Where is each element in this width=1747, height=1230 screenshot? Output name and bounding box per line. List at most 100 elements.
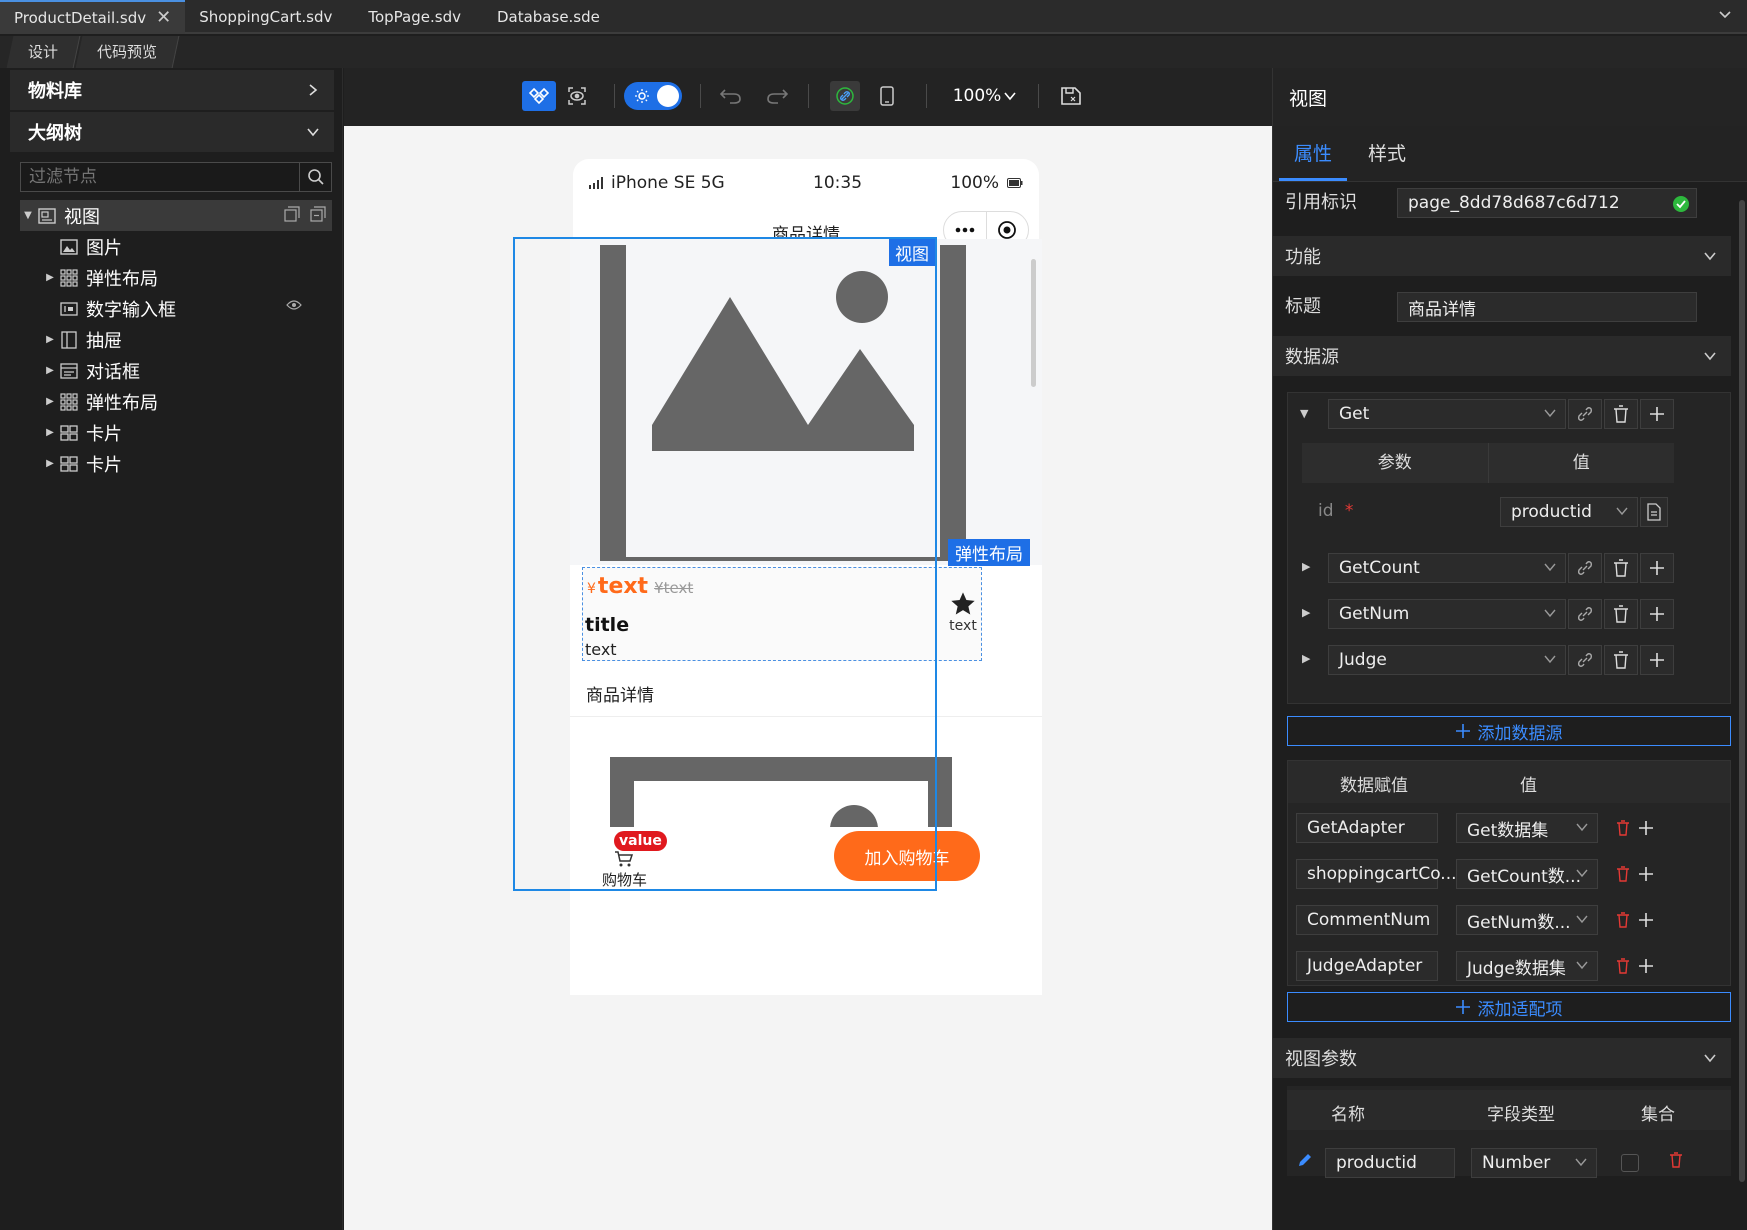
tree-node-card[interactable]: ▶ 卡片: [20, 417, 332, 448]
close-icon[interactable]: ✕: [156, 0, 171, 36]
bind-button[interactable]: [1568, 399, 1602, 429]
caret-right-icon[interactable]: ▶: [1302, 560, 1310, 573]
caret-right-icon[interactable]: ▶: [42, 458, 58, 469]
save-button[interactable]: [1056, 81, 1086, 111]
scroll-thumb[interactable]: [1031, 259, 1036, 387]
trash-icon[interactable]: [1669, 1152, 1683, 1168]
delete-button[interactable]: [1604, 553, 1638, 583]
tree-node-flex-layout[interactable]: ▶ 弹性布局: [20, 262, 332, 293]
datasource-select[interactable]: Get: [1328, 399, 1566, 429]
bind-button[interactable]: [1568, 645, 1602, 675]
caret-right-icon[interactable]: ▶: [42, 396, 58, 407]
caret-right-icon[interactable]: ▶: [1302, 606, 1310, 619]
caret-down-icon[interactable]: ▼: [1300, 407, 1308, 420]
caret-right-icon[interactable]: ▶: [1302, 652, 1310, 665]
panel-scrollbar[interactable]: [1739, 200, 1745, 1182]
assign-name-field[interactable]: JudgeAdapter: [1296, 951, 1438, 981]
datasource-select[interactable]: Judge: [1328, 645, 1566, 675]
tree-node-drawer[interactable]: ▶ 抽屉: [20, 324, 332, 355]
caret-right-icon[interactable]: ▶: [42, 427, 58, 438]
plus-icon[interactable]: [1638, 958, 1654, 974]
theme-toggle[interactable]: [624, 82, 682, 110]
file-tab-shoppingcart[interactable]: ShoppingCart.sdv: [185, 0, 346, 34]
ref-id-field[interactable]: page_8dd78d687c6d712: [1397, 188, 1697, 218]
assign-value-select[interactable]: GetNum数...: [1456, 905, 1598, 935]
tab-properties[interactable]: 属性: [1279, 126, 1347, 181]
tree-node-dialog[interactable]: ▶ 对话框: [20, 355, 332, 386]
link-icon: [1577, 653, 1593, 667]
bind-button[interactable]: [1568, 553, 1602, 583]
tree-node-label: 弹性布局: [86, 268, 158, 290]
tree-node-view[interactable]: ▼ 视图: [20, 200, 332, 231]
materials-section-header[interactable]: 物料库: [10, 70, 334, 110]
datasource-section-header[interactable]: 数据源: [1273, 336, 1731, 376]
datasource-select[interactable]: GetNum: [1328, 599, 1566, 629]
add-button[interactable]: [1640, 645, 1674, 675]
plus-icon[interactable]: [1638, 820, 1654, 836]
tree-node-flex-layout-2[interactable]: ▶ 弹性布局: [20, 386, 332, 417]
view-params-section-header[interactable]: 视图参数: [1273, 1038, 1731, 1078]
vp-type-select[interactable]: Number: [1471, 1148, 1597, 1178]
delete-button[interactable]: [1604, 645, 1638, 675]
outline-section-header[interactable]: 大纲树: [10, 112, 334, 152]
component-mode-button[interactable]: [522, 81, 556, 111]
add-datasource-button[interactable]: 添加数据源: [1287, 716, 1731, 746]
carrier: iPhone SE 5G: [589, 173, 725, 193]
redo-button[interactable]: [762, 81, 792, 111]
assign-name-field[interactable]: GetAdapter: [1296, 813, 1438, 843]
device-button[interactable]: [872, 81, 902, 111]
design-canvas[interactable]: 100% iPhone SE 5G 10:35 100% 商品详情 ¥ text…: [344, 68, 1272, 1230]
assign-name-field[interactable]: shoppingcartCo...: [1296, 859, 1457, 889]
collapse-all-icon[interactable]: [310, 206, 326, 222]
plus-icon[interactable]: [1638, 912, 1654, 928]
pencil-icon[interactable]: [1297, 1152, 1313, 1168]
caret-right-icon[interactable]: ▶: [42, 334, 58, 345]
add-button[interactable]: [1640, 599, 1674, 629]
delete-button[interactable]: [1604, 599, 1638, 629]
file-tab-database[interactable]: Database.sde: [483, 0, 614, 34]
tab-styles[interactable]: 样式: [1353, 126, 1421, 181]
zoom-select[interactable]: 100%: [950, 81, 1020, 111]
trash-icon[interactable]: [1616, 958, 1630, 974]
filter-input[interactable]: [21, 163, 299, 191]
assign-value-select[interactable]: Judge数据集: [1456, 951, 1598, 981]
trash-icon[interactable]: [1616, 820, 1630, 836]
caret-right-icon[interactable]: ▶: [42, 365, 58, 376]
assign-value-select[interactable]: GetCount数...: [1456, 859, 1598, 889]
trash-icon[interactable]: [1616, 912, 1630, 928]
copy-icon[interactable]: [284, 206, 300, 222]
function-section-header[interactable]: 功能: [1273, 236, 1731, 276]
search-button[interactable]: [299, 163, 331, 191]
param-value-select[interactable]: productid: [1500, 497, 1638, 527]
chevron-down-icon[interactable]: [1717, 6, 1733, 22]
tree-node-number-input[interactable]: 数字输入框: [20, 293, 332, 324]
vp-name-field[interactable]: productid: [1325, 1148, 1455, 1178]
collection-checkbox[interactable]: [1621, 1154, 1639, 1172]
undo-button[interactable]: [716, 81, 746, 111]
add-button[interactable]: [1640, 399, 1674, 429]
tree-node-label: 视图: [64, 206, 100, 228]
trash-icon[interactable]: [1616, 866, 1630, 882]
tab-design[interactable]: 设计: [6, 36, 81, 68]
assign-value-select[interactable]: Get数据集: [1456, 813, 1598, 843]
file-tab-toppage[interactable]: TopPage.sdv: [354, 0, 475, 34]
tab-code-preview[interactable]: 代码预览: [75, 36, 180, 68]
title-field[interactable]: 商品详情: [1397, 292, 1697, 322]
tree-node-card-2[interactable]: ▶ 卡片: [20, 448, 332, 479]
caret-right-icon[interactable]: ▶: [42, 272, 58, 283]
assign-name-field[interactable]: CommentNum: [1296, 905, 1438, 935]
delete-button[interactable]: [1604, 399, 1638, 429]
preview-button[interactable]: [560, 81, 594, 111]
tree-node-image[interactable]: 图片: [20, 231, 332, 262]
add-adapter-button[interactable]: 添加适配项: [1287, 992, 1731, 1022]
param-doc-button[interactable]: [1640, 497, 1668, 527]
file-tab-productdetail[interactable]: ProductDetail.sdv ✕: [0, 0, 186, 36]
plus-icon[interactable]: [1638, 866, 1654, 882]
favorite-button[interactable]: text: [949, 590, 977, 634]
caret-down-icon[interactable]: ▼: [20, 210, 36, 221]
link-mode-button[interactable]: [830, 81, 860, 111]
eye-icon[interactable]: [286, 299, 302, 311]
datasource-select[interactable]: GetCount: [1328, 553, 1566, 583]
add-button[interactable]: [1640, 553, 1674, 583]
bind-button[interactable]: [1568, 599, 1602, 629]
